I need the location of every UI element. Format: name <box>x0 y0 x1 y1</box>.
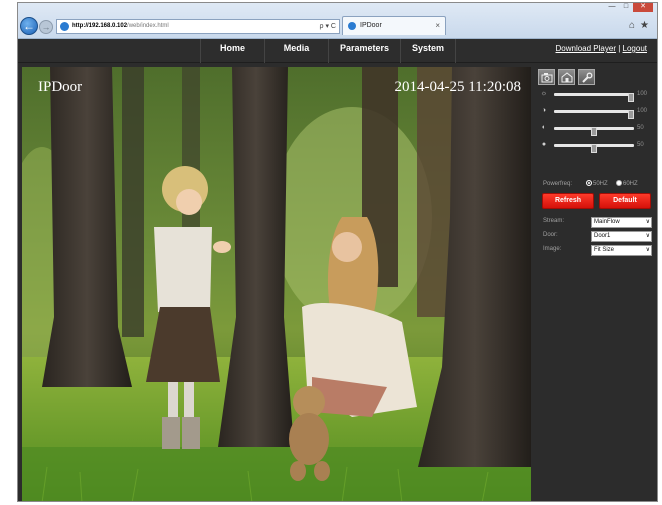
brightness-icon: ☼ <box>540 90 548 97</box>
door-value: Door1 <box>594 233 611 239</box>
slider-value: 50 <box>637 142 644 148</box>
home-icon[interactable]: ⌂ <box>629 20 635 31</box>
powerfreq-50hz-option[interactable]: 50HZ <box>586 179 608 189</box>
hue-icon: ● <box>541 141 547 148</box>
image-field: Image: Fit Size ∨ <box>543 245 655 256</box>
refresh-button[interactable]: Refresh <box>542 193 594 209</box>
contrast-icon: ◑ <box>541 107 547 114</box>
contrast-slider[interactable]: ◑ 100 <box>540 107 656 119</box>
nav-media[interactable]: Media <box>264 39 328 63</box>
saturation-slider[interactable]: ◐ 50 <box>540 124 656 136</box>
slider-value: 100 <box>637 108 648 114</box>
logout-link[interactable]: Logout <box>623 44 647 53</box>
minimize-icon[interactable]: — <box>605 3 619 12</box>
control-panel: ☼ 100 ◑ 100 ◐ 50 ● 50 Powerfreq: 50HZ 60… <box>532 65 657 501</box>
slider-track[interactable] <box>554 110 634 119</box>
address-host: http://192.168.0.102 <box>72 23 128 29</box>
forward-button[interactable]: → <box>39 20 53 34</box>
address-url: http://192.168.0.102/web/index.html <box>72 20 169 33</box>
image-select[interactable]: Fit Size ∨ <box>591 245 652 256</box>
live-video-view[interactable]: IPDoor 2014-04-25 11:20:08 <box>22 67 531 501</box>
browser-chrome: ← → http://192.168.0.102/web/index.html … <box>18 3 657 39</box>
radio-50hz[interactable] <box>586 180 592 186</box>
nav-parameters[interactable]: Parameters <box>328 39 400 63</box>
door-field: Door: Door1 ∨ <box>543 231 655 242</box>
ie-page-icon <box>60 22 69 31</box>
slider-thumb[interactable] <box>591 127 597 136</box>
link-separator: | <box>618 44 621 53</box>
slider-value: 100 <box>637 91 648 97</box>
video-frame-image <box>22 67 531 501</box>
image-label: Image: <box>543 246 562 252</box>
main-navbar: Home Media Parameters System Download Pl… <box>18 39 657 63</box>
brightness-slider[interactable]: ☼ 100 <box>540 90 656 102</box>
window-controls: — □ ✕ <box>605 3 653 13</box>
tab-page-icon <box>348 22 356 30</box>
stream-select[interactable]: MainFlow ∨ <box>591 217 652 228</box>
slider-track[interactable] <box>554 127 634 136</box>
browser-window: ← → http://192.168.0.102/web/index.html … <box>17 2 658 502</box>
maximize-icon[interactable]: □ <box>619 3 633 12</box>
nav-home[interactable]: Home <box>200 39 264 63</box>
chevron-down-icon: ∨ <box>645 219 650 225</box>
stream-field: Stream: MainFlow ∨ <box>543 217 655 228</box>
slider-thumb[interactable] <box>591 144 597 153</box>
slider-track[interactable] <box>554 93 634 102</box>
back-button[interactable]: ← <box>20 17 38 35</box>
address-path: /web/index.html <box>127 23 169 29</box>
door-label: Door: <box>543 232 558 238</box>
powerfreq-60hz-label: 60HZ <box>623 181 638 187</box>
address-bar[interactable]: http://192.168.0.102/web/index.html ρ ▾ … <box>56 19 340 34</box>
favorites-star-icon[interactable]: ★ <box>640 20 649 31</box>
record-icon[interactable] <box>558 69 575 85</box>
radio-60hz[interactable] <box>616 180 622 186</box>
slider-thumb[interactable] <box>628 110 634 119</box>
chevron-down-icon: ∨ <box>645 233 650 239</box>
default-button[interactable]: Default <box>599 193 651 209</box>
top-links: Download Player | Logout <box>556 44 648 53</box>
chevron-down-icon: ∨ <box>645 247 650 253</box>
nav-system[interactable]: System <box>400 39 456 63</box>
slider-thumb[interactable] <box>628 93 634 102</box>
hue-slider[interactable]: ● 50 <box>540 141 656 153</box>
osd-timestamp: 2014-04-25 11:20:08 <box>394 79 521 95</box>
wrench-settings-icon[interactable] <box>578 69 595 85</box>
stream-value: MainFlow <box>594 219 620 225</box>
back-arrow-icon: ← <box>23 19 35 33</box>
tab-title: IPDoor <box>360 22 382 29</box>
powerfreq-label: Powerfreq: <box>543 181 573 187</box>
download-player-link[interactable]: Download Player <box>556 44 616 53</box>
address-controls[interactable]: ρ ▾ C <box>320 20 336 33</box>
camera-snapshot-icon[interactable] <box>538 69 555 85</box>
slider-track[interactable] <box>554 144 634 153</box>
browser-tab[interactable]: IPDoor × <box>342 16 446 35</box>
image-value: Fit Size <box>594 247 615 253</box>
stream-label: Stream: <box>543 218 565 224</box>
door-select[interactable]: Door1 ∨ <box>591 231 652 242</box>
tab-close-icon[interactable]: × <box>435 17 440 35</box>
slider-value: 50 <box>637 125 644 131</box>
powerfreq-60hz-option[interactable]: 60HZ <box>616 179 638 189</box>
osd-camera-name: IPDoor <box>38 79 83 95</box>
powerfreq-50hz-label: 50HZ <box>593 181 608 187</box>
saturation-icon: ◐ <box>541 124 547 131</box>
close-icon[interactable]: ✕ <box>633 3 653 12</box>
forward-arrow-icon: → <box>41 22 51 32</box>
